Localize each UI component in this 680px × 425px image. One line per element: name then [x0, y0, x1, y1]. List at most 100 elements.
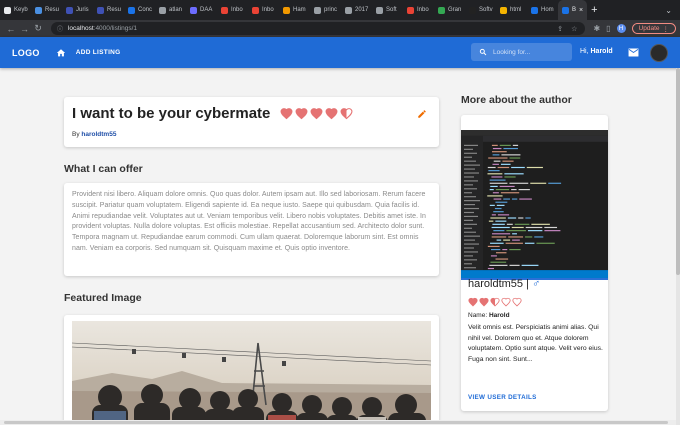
back-arrow-icon[interactable]: ← — [4, 24, 18, 34]
code-line — [512, 233, 517, 235]
tab-favicon-icon — [438, 6, 445, 14]
browser-tab[interactable]: DAA — [186, 0, 217, 20]
horizontal-scrollbar-thumb[interactable] — [4, 421, 668, 424]
code-line — [487, 166, 496, 169]
code-line — [494, 207, 502, 210]
heart-outline-icon — [501, 297, 511, 307]
tab-favicon-icon — [97, 6, 104, 14]
code-line — [506, 230, 526, 232]
file-tree-line — [464, 255, 473, 257]
mail-icon[interactable] — [628, 48, 639, 57]
more-menu-icon: ⋮ — [662, 25, 670, 33]
browser-tab[interactable]: atlan — [155, 0, 186, 20]
code-line — [489, 204, 495, 206]
forward-arrow-icon[interactable]: → — [18, 24, 32, 34]
author-card: haroldtm55 | ♂ Name: Harold Velit omnis … — [461, 115, 608, 411]
code-line — [495, 201, 508, 203]
edit-pencil-icon[interactable] — [417, 109, 427, 119]
tab-label: Juris — [76, 7, 89, 13]
close-tab-icon[interactable]: × — [579, 7, 583, 14]
browser-tab[interactable]: Softv — [465, 0, 496, 20]
browser-tab[interactable]: Ham — [279, 0, 310, 20]
code-line — [503, 239, 511, 241]
new-tab-icon[interactable]: + — [591, 4, 597, 16]
tab-label: Inbo — [231, 7, 243, 13]
search-box[interactable] — [471, 43, 572, 61]
horizontal-scrollbar[interactable] — [0, 420, 676, 425]
profile-icon[interactable]: H — [616, 24, 626, 33]
code-line — [505, 242, 523, 244]
heart-filled-icon — [479, 297, 489, 307]
code-line — [487, 173, 503, 175]
tab-active[interactable]: B × — [558, 0, 588, 20]
file-tree-line — [464, 172, 479, 174]
offer-text: Provident nisi libero. Aliquam dolore om… — [72, 191, 426, 252]
code-line — [526, 166, 543, 169]
tab-favicon-icon — [221, 6, 228, 14]
browser-tab[interactable]: Resu — [93, 0, 124, 20]
browser-tab[interactable]: Gran — [434, 0, 465, 20]
view-user-details-button[interactable]: VIEW USER DETAILS — [468, 394, 537, 401]
browser-tab[interactable]: 2017 — [341, 0, 372, 20]
file-tree-line — [464, 196, 476, 198]
browser-tab[interactable]: Conc — [124, 0, 155, 20]
tab-label: Resu — [107, 7, 122, 13]
browser-tab[interactable]: html — [496, 0, 527, 20]
logo[interactable]: LOGO — [12, 48, 40, 58]
file-tree-line — [464, 156, 472, 158]
share-icon[interactable]: ⇪ — [557, 25, 563, 33]
tab-favicon-icon — [562, 6, 569, 14]
info-icon[interactable]: ⓘ — [57, 24, 63, 33]
code-line — [508, 236, 524, 238]
code-line — [491, 214, 496, 216]
tab-favicon-icon — [469, 6, 476, 14]
add-listing-button[interactable]: ADD LISTING — [76, 49, 121, 56]
tab-label: Gran — [448, 7, 462, 13]
tab-favicon-icon — [531, 6, 538, 14]
browser-tab[interactable]: Hom — [527, 0, 558, 20]
browser-tab[interactable]: Keyb — [0, 0, 31, 20]
bookmark-star-icon[interactable]: ☆ — [571, 25, 577, 33]
listing-title-card: I want to be your cybermate By haroldtm5… — [64, 97, 439, 147]
avatar[interactable] — [650, 44, 668, 62]
update-button[interactable]: Update ⋮ — [631, 23, 677, 34]
home-icon[interactable] — [56, 48, 66, 58]
extensions-puzzle-icon[interactable]: ✱ — [593, 24, 600, 33]
file-tree-line — [464, 184, 473, 186]
code-line — [524, 242, 535, 244]
reload-icon[interactable]: ↻ — [31, 23, 45, 34]
code-line — [511, 189, 517, 191]
reading-list-icon[interactable]: ▯ — [606, 24, 610, 33]
heart-half-icon — [340, 108, 353, 120]
vertical-scrollbar-thumb[interactable] — [676, 68, 680, 275]
file-tree-line — [464, 180, 478, 182]
tab-favicon-icon — [4, 6, 11, 14]
code-line — [509, 248, 521, 251]
browser-tab[interactable]: Soft — [372, 0, 403, 20]
code-line — [530, 182, 547, 184]
address-bar[interactable]: ⓘ localhost:4000/listings/1 ⇪ ☆ — [50, 22, 586, 35]
tab-search-chevron-icon[interactable]: ⌄ — [665, 6, 672, 15]
code-line — [521, 264, 539, 266]
code-line — [492, 147, 502, 150]
tab-favicon-icon — [66, 6, 73, 14]
browser-tab[interactable]: Resu — [31, 0, 62, 20]
code-line — [491, 151, 507, 153]
greeting-prefix: Hi, — [580, 48, 591, 55]
vertical-scrollbar[interactable] — [676, 68, 680, 425]
update-label: Update — [638, 25, 660, 32]
author-link[interactable]: haroldtm55 — [81, 131, 116, 138]
file-tree-line — [464, 215, 478, 218]
file-tree-line — [464, 251, 478, 253]
code-line — [518, 217, 524, 219]
browser-tab[interactable]: princ — [310, 0, 341, 20]
browser-tab[interactable]: Inbo — [217, 0, 248, 20]
search-input[interactable] — [493, 48, 563, 56]
browser-tab[interactable]: Inbo — [248, 0, 279, 20]
url-host: localhost — [67, 25, 94, 32]
author-separator: | — [523, 278, 533, 290]
browser-tab[interactable]: Inbo — [403, 0, 434, 20]
browser-tab[interactable]: Juris — [62, 0, 93, 20]
code-line — [493, 230, 505, 232]
browser-tab-strip: Keyb Resu Juris Resu Conc atlan DAA Inbo Inbo Ham… — [0, 0, 680, 20]
